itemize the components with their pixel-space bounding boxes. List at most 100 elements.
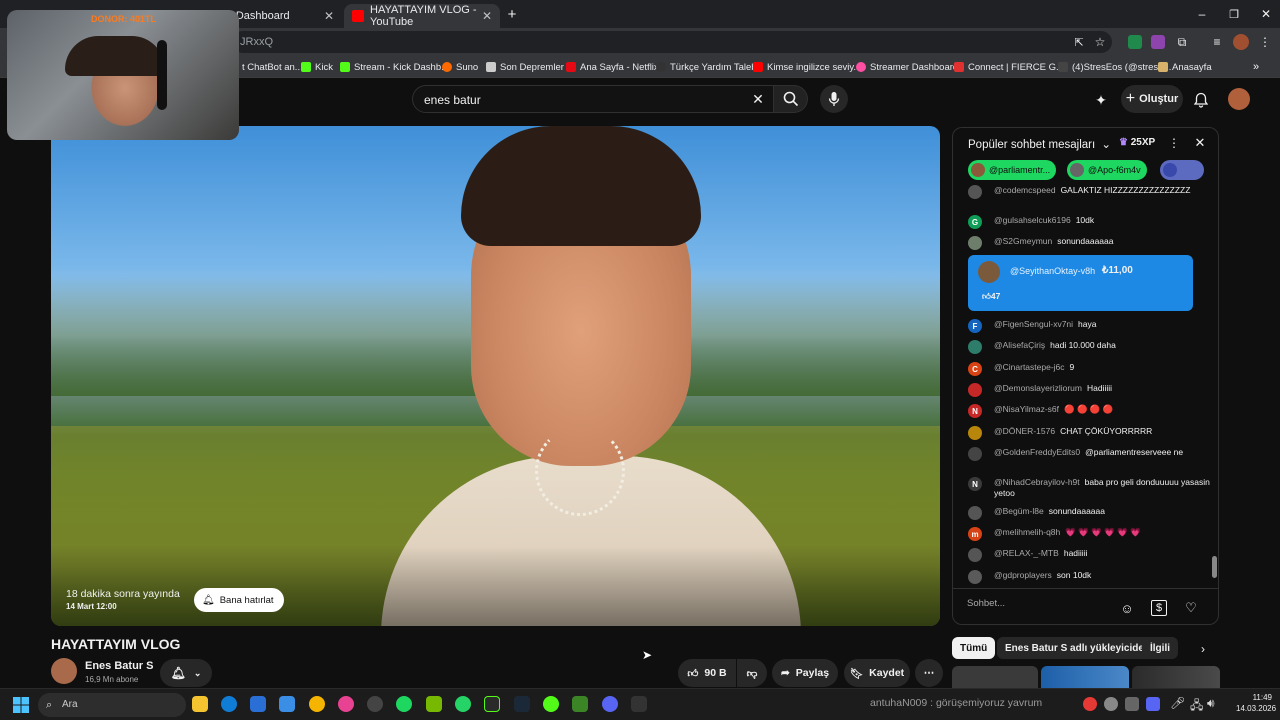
close-chat-icon[interactable]: ✕ [1193, 135, 1207, 150]
chat-menu-icon[interactable]: ⋮ [1167, 136, 1181, 150]
search-button[interactable] [774, 85, 808, 113]
bookmark-item[interactable]: Stream - Kick Dashb... [340, 60, 449, 74]
subscriber-count: 16,9 Mn abone [85, 675, 139, 684]
close-window-icon[interactable]: ✕ [1258, 6, 1274, 22]
channel-avatar[interactable] [51, 658, 77, 684]
tray-icon[interactable] [1146, 697, 1160, 711]
taskbar-search[interactable]: Ara [38, 693, 186, 717]
menu-icon[interactable]: ⋮ [1258, 35, 1272, 49]
edge-icon[interactable] [221, 696, 237, 712]
voice-search-button[interactable] [820, 85, 848, 113]
chat-scrollbar[interactable] [1212, 188, 1217, 583]
tab-youtube[interactable]: HAYATTAYIM VLOG - YouTube ✕ [344, 4, 500, 28]
close-icon[interactable]: ✕ [482, 9, 492, 23]
bookmark-item[interactable]: Kick [301, 60, 333, 74]
bookmark-item[interactable]: Son Depremler [486, 60, 564, 74]
avatar [968, 426, 982, 440]
search-input[interactable]: enes batur [412, 85, 774, 113]
emoji-icon[interactable]: ☺ [1119, 600, 1135, 616]
scrollbar-thumb[interactable] [1212, 556, 1217, 578]
chat-mode-selector[interactable]: Popüler sohbet mesajları ⌄ [968, 137, 1111, 151]
spotify-icon[interactable] [396, 696, 412, 712]
channel-name[interactable]: Enes Batur S [85, 660, 153, 672]
video-thumbnail[interactable] [1041, 666, 1129, 688]
account-avatar[interactable] [1228, 88, 1250, 110]
bookmark-item[interactable]: Kimse ingilizce seviy... [753, 60, 861, 74]
clock[interactable]: 11:49 14.03.2026 [1236, 692, 1276, 714]
url-field[interactable]: JRxxQ [232, 31, 1112, 53]
store-icon[interactable] [250, 696, 266, 712]
bookmark-item[interactable]: t ChatBot an... [242, 60, 303, 74]
chevron-right-icon[interactable]: › [1196, 642, 1210, 656]
extension-icon[interactable] [1128, 35, 1142, 49]
whatsapp-icon[interactable] [455, 696, 471, 712]
notifications-button[interactable] [1192, 91, 1210, 109]
like-button[interactable]: 👍︎ 90 B [678, 659, 736, 687]
network-icon[interactable]: 🖧 [1190, 696, 1203, 717]
super-chat-icon[interactable]: $ [1151, 600, 1167, 616]
windows-start-icon[interactable] [13, 697, 29, 713]
avatar: G [968, 215, 982, 229]
avatar [968, 506, 982, 520]
epic-games-icon[interactable] [631, 696, 647, 712]
discord-icon[interactable] [602, 696, 618, 712]
heart-icon[interactable]: ♡ [1183, 600, 1199, 616]
minimize-icon[interactable]: – [1194, 6, 1210, 22]
nvidia-icon[interactable] [426, 696, 442, 712]
chrome-icon[interactable] [309, 696, 325, 712]
install-icon[interactable]: ⇱ [1072, 35, 1086, 49]
xp-badge[interactable]: ♛ 25XP [1119, 137, 1155, 148]
tray-icon[interactable] [1104, 697, 1118, 711]
chat-input[interactable]: Sohbet... [967, 598, 1127, 616]
pinned-chip[interactable]: @Apo-f6m4v [1067, 160, 1147, 180]
kick-icon[interactable] [484, 696, 500, 712]
pinned-chip[interactable] [1160, 160, 1204, 180]
bookmark-item[interactable]: Streamer Dashboard [856, 60, 958, 74]
remind-me-button[interactable]: 🔔︎ Bana hatırlat [194, 588, 284, 612]
media-icon[interactable]: ≡ [1210, 35, 1224, 49]
tab-from-uploader[interactable]: Enes Batur S adlı yükleyiciden [997, 637, 1159, 659]
volume-icon[interactable]: 🔊︎ [1207, 696, 1215, 711]
app-icon[interactable] [279, 696, 295, 712]
share-button[interactable]: ➦ Paylaş [772, 659, 838, 687]
dashboard-icon [856, 62, 866, 72]
bookmark-item[interactable]: Connect | FIERCE G... [954, 60, 1064, 74]
more-actions-button[interactable]: ⋯ [915, 659, 943, 687]
search-value: enes batur [424, 93, 481, 107]
maximize-icon[interactable]: ❐ [1226, 6, 1242, 22]
profile-avatar[interactable] [1233, 34, 1249, 50]
video-thumbnail[interactable] [1132, 666, 1220, 688]
close-icon[interactable]: ✕ [324, 9, 334, 23]
gem-icon[interactable]: ✦ [1092, 91, 1110, 109]
video-thumbnail[interactable] [952, 666, 1038, 688]
minecraft-icon[interactable] [572, 696, 588, 712]
tray-icon[interactable] [1083, 697, 1097, 711]
tab-all[interactable]: Tümü [952, 637, 996, 659]
save-button[interactable]: 🔖︎ Kaydet [844, 659, 910, 687]
bookmark-item[interactable]: Anasayfa [1158, 60, 1212, 74]
clear-search-icon[interactable]: ✕ [750, 91, 766, 107]
bookmark-item[interactable]: Ana Sayfa - Netflix [566, 60, 659, 74]
extension-icon[interactable] [1151, 35, 1165, 49]
create-button[interactable]: + Oluştur [1121, 85, 1183, 113]
app-icon[interactable] [338, 696, 354, 712]
puzzle-icon[interactable]: ⧉ [1175, 35, 1189, 49]
tray-icon[interactable] [1125, 697, 1139, 711]
more-bookmarks-icon[interactable]: » [1250, 60, 1262, 74]
new-tab-button[interactable]: + [504, 6, 520, 23]
dislike-button[interactable]: 👎︎ [737, 659, 767, 687]
tab-related[interactable]: İlgili [1142, 637, 1178, 659]
obs-icon[interactable] [367, 696, 383, 712]
file-explorer-icon[interactable] [192, 696, 208, 712]
chat-title: Popüler sohbet mesajları [968, 139, 1096, 151]
bookmark-item[interactable]: Türkçe Yardım Talebi [656, 60, 759, 74]
bookmark-star-icon[interactable]: ☆ [1093, 35, 1107, 49]
steam-icon[interactable] [514, 696, 530, 712]
app-icon[interactable] [543, 696, 559, 712]
subscribe-bell-button[interactable]: 🔔︎ ⌄ [160, 659, 212, 687]
pinned-chip[interactable]: @parliamentr... [968, 160, 1057, 180]
video-player[interactable] [51, 126, 940, 626]
bookmark-item[interactable]: Suno [442, 60, 478, 74]
microphone-icon[interactable]: 🎤︎ [1170, 696, 1185, 710]
bookmark-item[interactable]: (4)StresEos (@strese... [1058, 60, 1171, 74]
